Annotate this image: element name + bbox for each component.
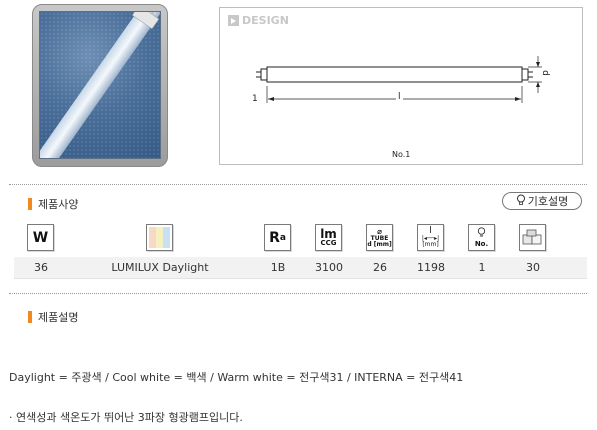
drawing-number-icon: No. bbox=[468, 224, 495, 251]
dim-label-length: l bbox=[396, 92, 403, 102]
lightbulb-icon bbox=[516, 194, 526, 209]
no-icon-label: No. bbox=[474, 240, 489, 248]
divider bbox=[9, 293, 587, 294]
swatch-warm bbox=[149, 227, 156, 248]
wattage-icon: W bbox=[27, 224, 54, 251]
length-icon-bottom: [mm] bbox=[422, 241, 439, 248]
tube-dimension-drawing bbox=[256, 56, 542, 103]
light-color-icon bbox=[146, 224, 173, 251]
cell-lumen: 3100 bbox=[315, 261, 343, 274]
color-rendering-icon: Ra bbox=[264, 224, 291, 251]
lumen-icon: lm CCG bbox=[315, 224, 342, 251]
section-marker bbox=[28, 198, 32, 210]
boxes-icon bbox=[522, 229, 541, 244]
spec-table-row: 36 LUMILUX Daylight 1B 3100 26 1198 1 30 bbox=[14, 257, 587, 279]
cell-wattage: 36 bbox=[34, 261, 48, 274]
dim-label-left: 1 bbox=[252, 94, 258, 104]
cell-drawing-no: 1 bbox=[478, 261, 486, 274]
length-icon: l |◂──▸| [mm] bbox=[417, 224, 444, 251]
cell-tube-diameter: 26 bbox=[373, 261, 387, 274]
fluorescent-tube-image bbox=[40, 12, 160, 158]
lumen-icon-bottom: CCG bbox=[320, 239, 337, 247]
divider bbox=[9, 184, 587, 185]
tube-icon-bottom: d [mm] bbox=[367, 240, 392, 248]
cell-pack-quantity: 30 bbox=[526, 261, 540, 274]
product-photo-frame bbox=[32, 4, 168, 167]
swatch-cool bbox=[163, 227, 170, 248]
ra-sub: a bbox=[279, 232, 286, 243]
description-title-text: 제품설명 bbox=[38, 311, 79, 324]
tube-diameter-icon: ⌀ TUBE d [mm] bbox=[366, 224, 393, 251]
legend-button-label: 기호설명 bbox=[527, 195, 569, 208]
cell-ra: 1B bbox=[270, 261, 286, 274]
description-color-legend: Daylight = 주광색 / Cool white = 백색 / Warm … bbox=[9, 371, 464, 384]
specs-section-title: 제품사양 bbox=[28, 196, 78, 212]
cell-product-name: LUMILUX Daylight bbox=[111, 261, 209, 274]
specs-title-text: 제품사양 bbox=[38, 198, 79, 211]
product-photo bbox=[39, 11, 161, 159]
description-section-title: 제품설명 bbox=[28, 309, 78, 325]
package-quantity-icon bbox=[519, 224, 546, 251]
design-drawing-panel: DESIGN 1 l d No.1 bbox=[219, 7, 583, 165]
cell-length: 1198 bbox=[417, 261, 445, 274]
bulb-small-icon bbox=[477, 227, 486, 241]
symbol-legend-button[interactable]: 기호설명 bbox=[502, 192, 582, 210]
drawing-number: No.1 bbox=[392, 150, 411, 159]
section-marker bbox=[28, 311, 32, 323]
ra-main: R bbox=[269, 229, 280, 246]
swatch-neutral bbox=[156, 227, 163, 248]
color-swatch bbox=[149, 227, 170, 248]
dim-label-diameter: d bbox=[539, 70, 550, 76]
wattage-icon-label: W bbox=[32, 229, 49, 246]
description-feature-text: · 연색성과 색온도가 뛰어난 3파장 형광램프입니다. bbox=[9, 411, 243, 424]
